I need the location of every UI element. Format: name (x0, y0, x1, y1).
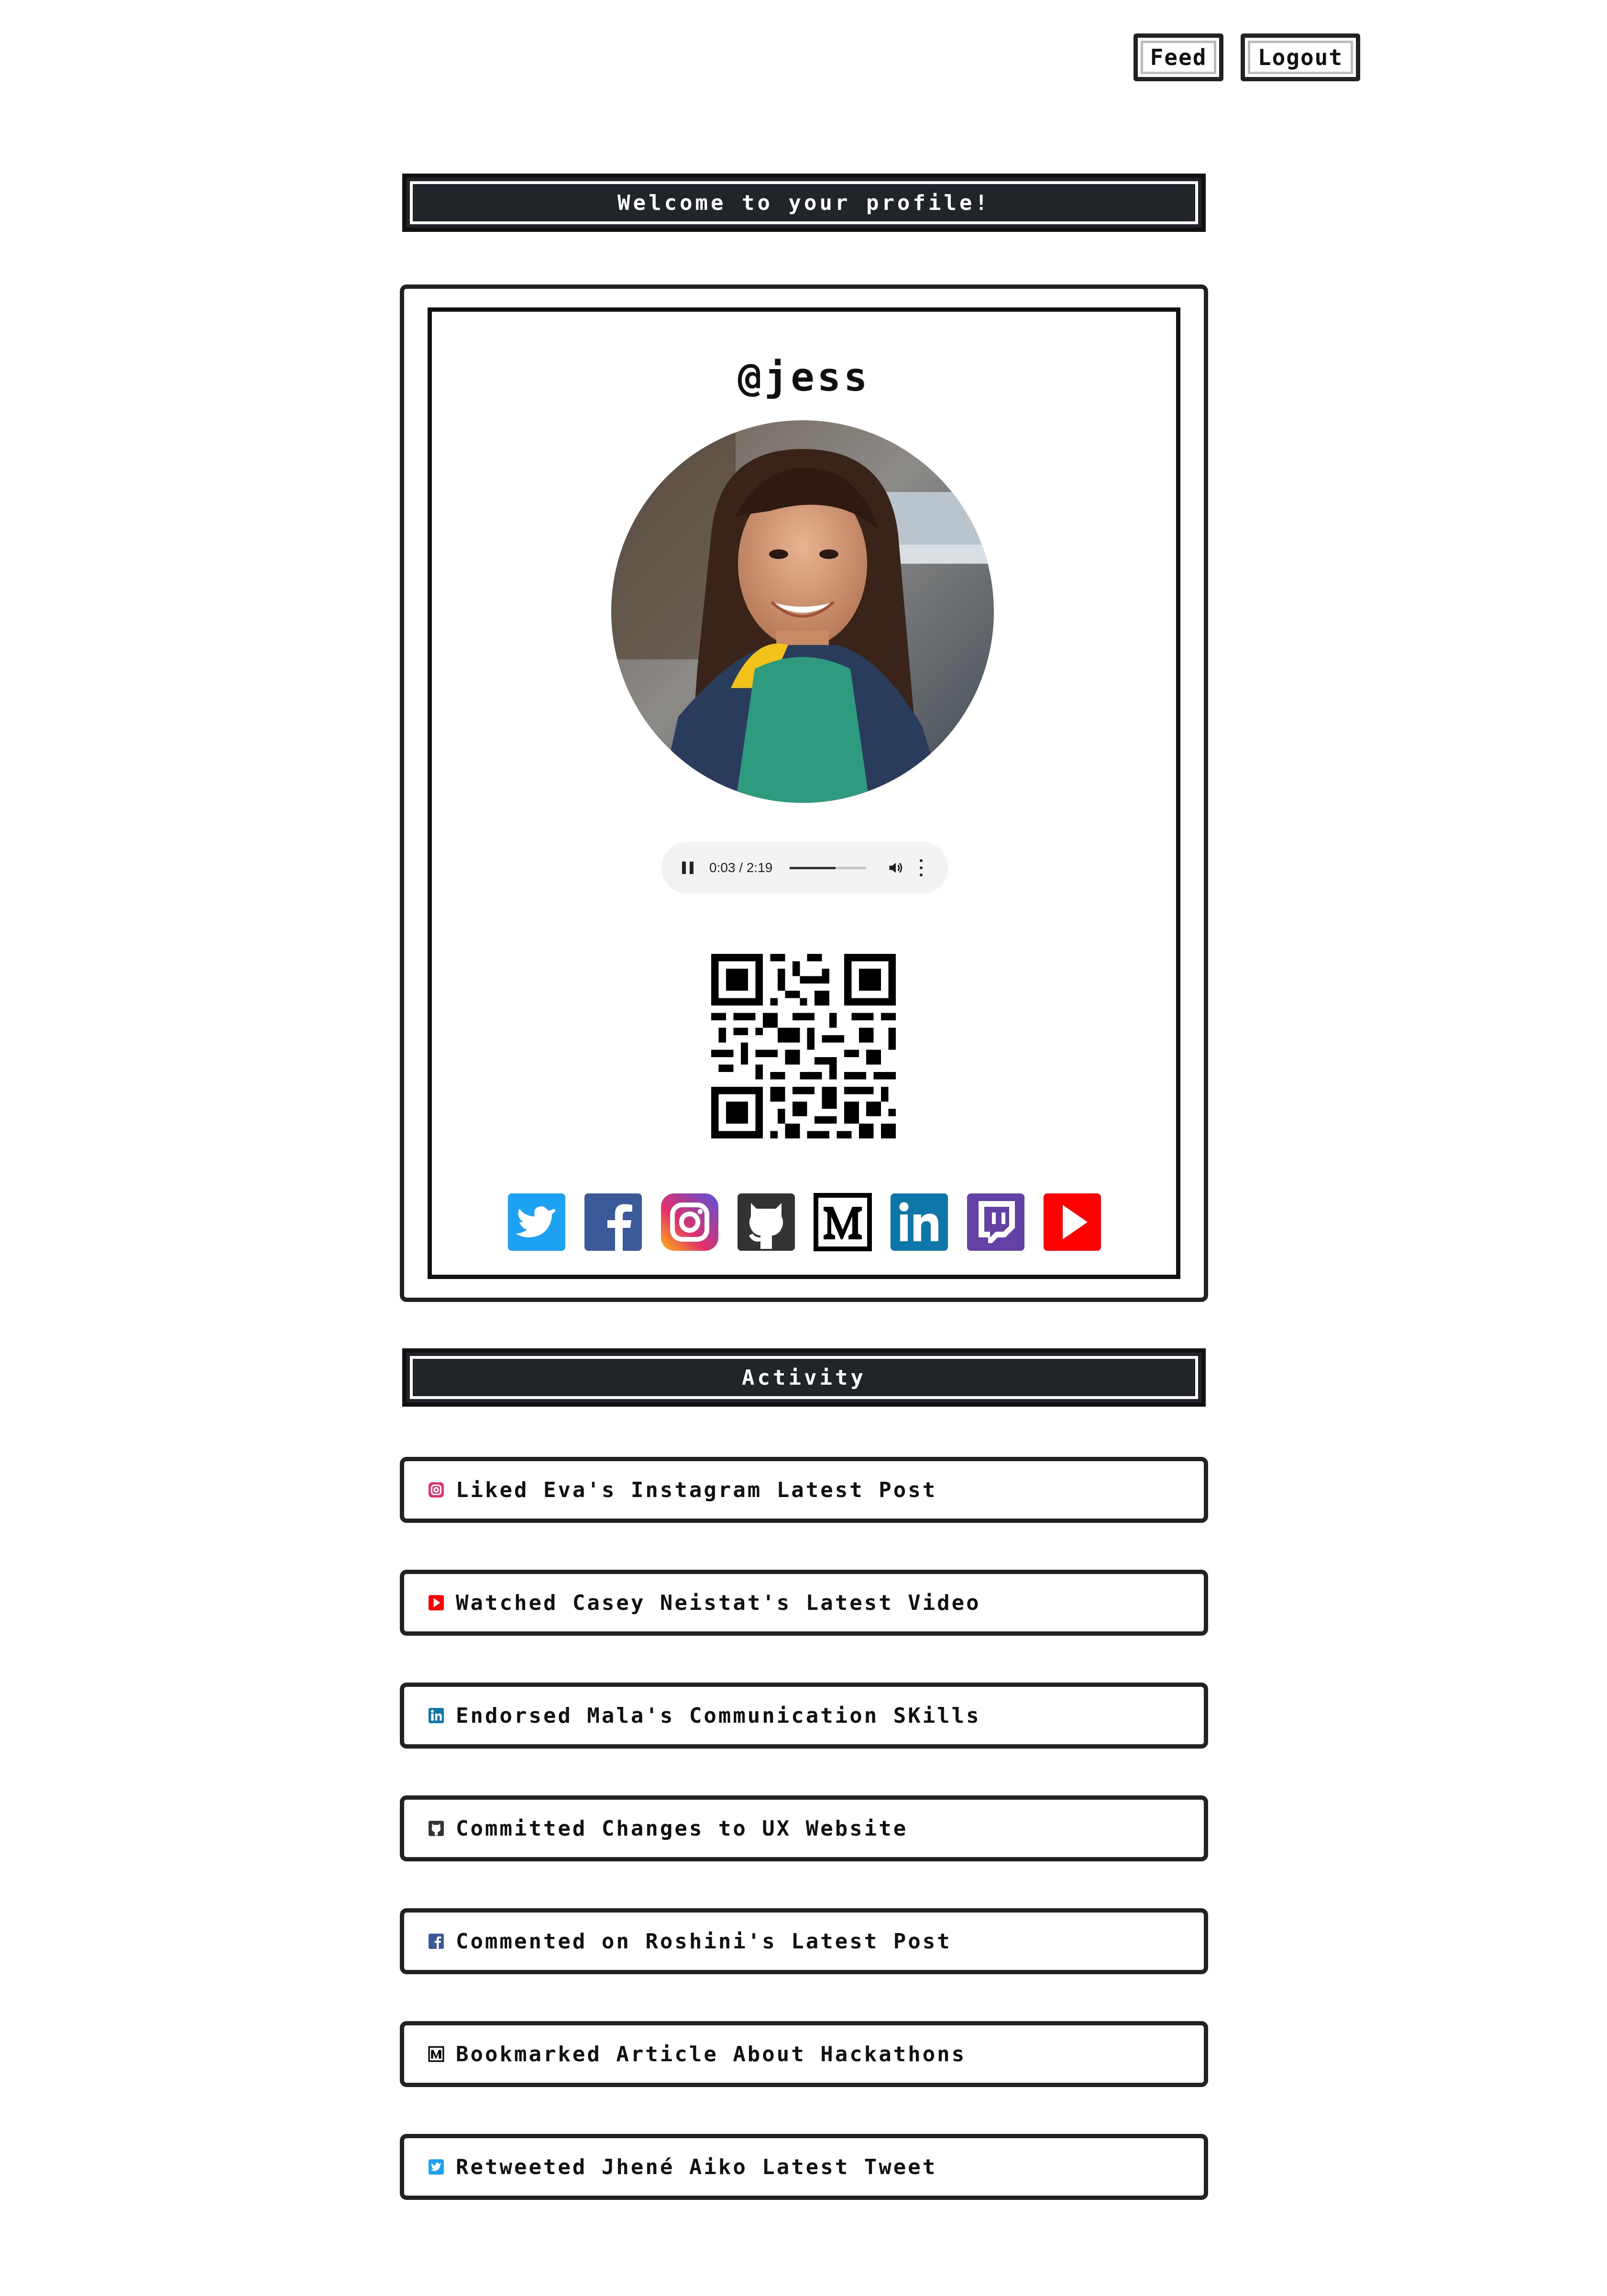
activity-item[interactable]: Retweeted Jhené Aiko Latest Tweet (400, 2134, 1208, 2200)
pause-icon[interactable] (681, 861, 695, 875)
activity-text: Watched Casey Neistat's Latest Video (456, 1590, 981, 1615)
medium-icon[interactable] (812, 1192, 873, 1253)
qr-code (711, 954, 896, 1138)
activity-text: Endorsed Mala's Communication SKills (456, 1703, 981, 1728)
activity-item[interactable]: Commented on Roshini's Latest Post (400, 1908, 1208, 1974)
audio-progress-fill (790, 866, 836, 869)
activity-text: Commented on Roshini's Latest Post (456, 1929, 952, 1954)
username: @jess (737, 355, 870, 400)
twitter-icon[interactable] (506, 1192, 567, 1253)
profile-card: @jess 0:03 / 2:19 (400, 284, 1208, 1302)
audio-player[interactable]: 0:03 / 2:19 (661, 842, 948, 894)
linkedin-icon (429, 1708, 444, 1723)
avatar-photo (611, 420, 994, 803)
social-links (506, 1192, 1103, 1253)
welcome-title: Welcome to your profile! (617, 190, 991, 215)
youtube-icon (429, 1595, 444, 1610)
github-icon[interactable] (736, 1192, 797, 1253)
activity-title: Activity (742, 1365, 866, 1390)
linkedin-icon[interactable] (889, 1192, 950, 1253)
medium-icon (428, 2046, 444, 2062)
activity-text: Bookmarked Article About Hackathons (456, 2042, 967, 2066)
logout-button[interactable]: Logout (1241, 33, 1360, 81)
profile-card-inner: @jess 0:03 / 2:19 (428, 307, 1180, 1279)
twitch-icon[interactable] (965, 1192, 1026, 1253)
github-icon (429, 1821, 444, 1836)
activity-item[interactable]: Committed Changes to UX Website (400, 1795, 1208, 1861)
activity-banner: Activity (402, 1348, 1206, 1407)
audio-time: 0:03 / 2:19 (709, 860, 773, 875)
avatar (611, 420, 994, 803)
audio-progress-bar[interactable] (790, 866, 867, 869)
activity-item[interactable]: Bookmarked Article About Hackathons (400, 2021, 1208, 2087)
activity-text: Liked Eva's Instagram Latest Post (456, 1477, 937, 1502)
facebook-icon (429, 1934, 444, 1949)
activity-item[interactable]: Endorsed Mala's Communication SKills (400, 1683, 1208, 1749)
more-options-icon[interactable] (919, 859, 924, 876)
twitter-icon (429, 2159, 444, 2175)
activity-text: Committed Changes to UX Website (456, 1816, 908, 1841)
feed-button[interactable]: Feed (1134, 33, 1223, 81)
activity-item[interactable]: Watched Casey Neistat's Latest Video (400, 1570, 1208, 1636)
facebook-icon[interactable] (583, 1192, 644, 1253)
activity-item[interactable]: Liked Eva's Instagram Latest Post (400, 1457, 1208, 1523)
volume-icon[interactable] (887, 859, 904, 876)
youtube-icon[interactable] (1042, 1192, 1103, 1253)
activity-text: Retweeted Jhené Aiko Latest Tweet (456, 2154, 937, 2179)
instagram-icon[interactable] (659, 1192, 720, 1253)
instagram-icon (429, 1482, 444, 1498)
welcome-banner: Welcome to your profile! (402, 174, 1206, 232)
